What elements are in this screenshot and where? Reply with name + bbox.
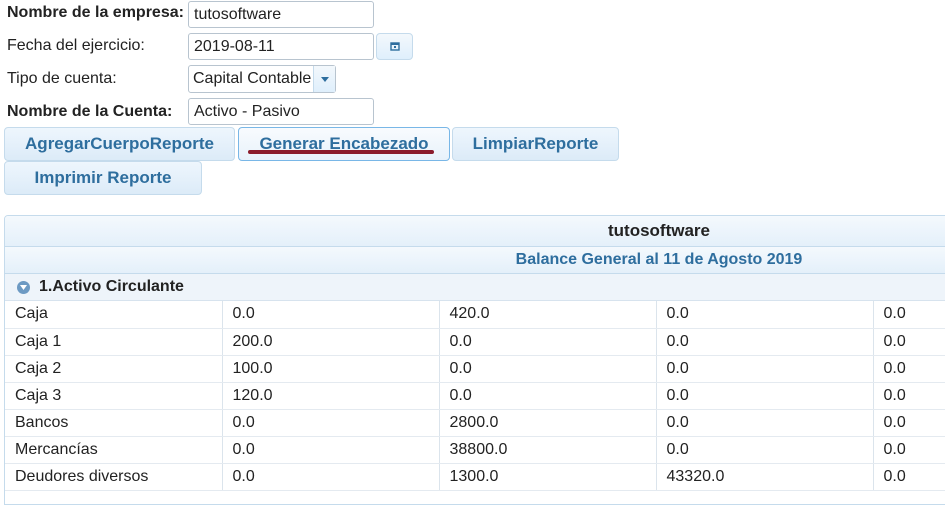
tipo-select[interactable]: Capital Contable [188,65,336,93]
table-row[interactable]: Caja 3 120.0 0.0 0.0 0.0 [5,382,945,410]
fecha-label: Fecha del ejercicio: [7,37,145,54]
cell-value: 0.0 [222,301,440,329]
cell-value: 420.0 [439,301,657,329]
cell-value: 120.0 [222,382,440,410]
cell-value: 0.0 [873,301,945,329]
cell-value: 0.0 [656,355,874,383]
cell-cuenta: Caja 3 [5,382,223,410]
cell-value: 0.0 [222,436,440,464]
cell-value: 0.0 [873,355,945,383]
tipo-select-value: Capital Contable [193,70,312,87]
cell-value: 0.0 [656,409,874,437]
cell-value: 1300.0 [439,463,657,491]
cell-value: 0.0 [439,355,657,383]
annotation-underline [248,150,434,154]
cell-value: 0.0 [656,382,874,410]
table-row[interactable]: Caja 2 100.0 0.0 0.0 0.0 [5,355,945,383]
cell-value: 0.0 [873,409,945,437]
cuenta-input[interactable]: Activo - Pasivo [188,98,374,125]
limpiar-reporte-button[interactable]: LimpiarReporte [452,127,619,161]
empresa-input[interactable]: tutosoftware [188,1,374,28]
cell-cuenta: Caja [5,301,223,329]
cell-cuenta: Caja 1 [5,328,223,356]
cell-value: 0.0 [873,436,945,464]
fecha-input[interactable]: 2019-08-11 [188,33,374,60]
cell-value: 0.0 [873,328,945,356]
cell-value: 43320.0 [656,463,874,491]
cuenta-label: Nombre de la Cuenta: [7,103,173,120]
calendar-icon [389,38,400,56]
table-row[interactable]: Bancos 0.0 2800.0 0.0 0.0 [5,409,945,437]
cell-cuenta: Mercancías [5,436,223,464]
cell-value: 200.0 [222,328,440,356]
cell-value: 0.0 [222,409,440,437]
imprimir-reporte-button[interactable]: Imprimir Reporte [4,161,202,195]
cell-value: 0.0 [656,301,874,329]
collapse-icon[interactable] [17,280,30,294]
report-grid: tutosoftware Balance General al 11 de Ag… [4,215,945,505]
tipo-label: Tipo de cuenta: [7,70,117,87]
grid-subtitle: Balance General al 11 de Agosto 2019 [5,247,945,274]
cell-value: 0.0 [222,463,440,491]
report-table: Caja 0.0 420.0 0.0 0.0 Caja 1 200.0 0.0 … [5,301,945,491]
table-row[interactable]: Caja 0.0 420.0 0.0 0.0 [5,301,945,329]
triangle-down-icon[interactable] [313,66,335,92]
agregar-cuerpo-button[interactable]: AgregarCuerpoReporte [4,127,235,161]
cell-cuenta: Deudores diversos [5,463,223,491]
generar-encabezado-button[interactable]: Generar Encabezado [238,127,450,161]
cell-cuenta: Bancos [5,409,223,437]
cell-value: 0.0 [656,328,874,356]
cell-value: 0.0 [439,382,657,410]
group-header[interactable]: 1.Activo Circulante [5,274,945,301]
table-row[interactable]: Deudores diversos 0.0 1300.0 43320.0 0.0 [5,463,945,491]
table-row[interactable]: Caja 1 200.0 0.0 0.0 0.0 [5,328,945,356]
grid-title: tutosoftware [5,216,945,247]
empresa-label: Nombre de la empresa: [7,4,184,21]
cell-value: 0.0 [873,463,945,491]
group-label: 1.Activo Circulante [39,278,184,295]
cell-value: 2800.0 [439,409,657,437]
cell-value: 0.0 [656,436,874,464]
cell-cuenta: Caja 2 [5,355,223,383]
calendar-button[interactable] [376,33,413,60]
cell-value: 0.0 [439,328,657,356]
cell-value: 100.0 [222,355,440,383]
cell-value: 38800.0 [439,436,657,464]
cell-value: 0.0 [873,382,945,410]
table-row[interactable]: Mercancías 0.0 38800.0 0.0 0.0 [5,436,945,464]
